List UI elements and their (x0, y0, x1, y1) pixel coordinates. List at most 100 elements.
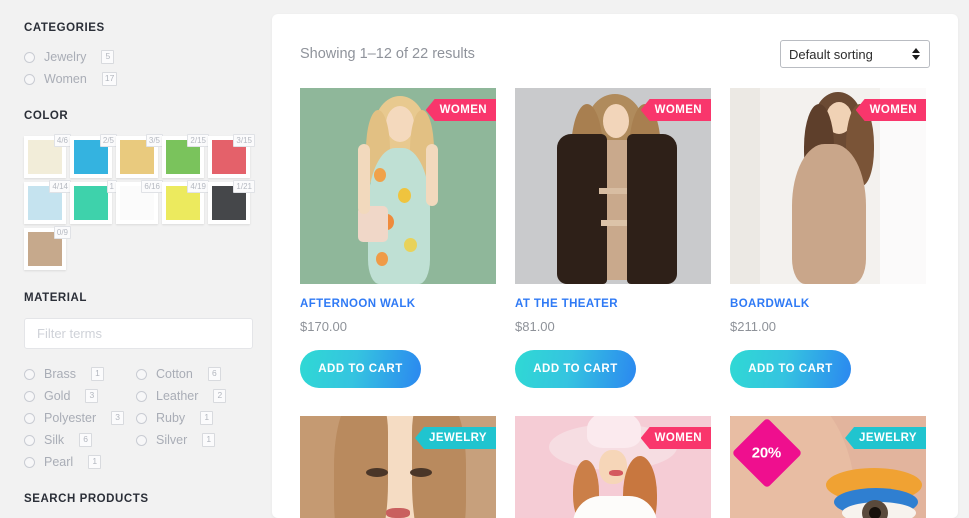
product-price: $81.00 (515, 319, 555, 334)
radio-icon[interactable] (24, 456, 35, 468)
material-item-brass[interactable]: Brass 1 (24, 365, 136, 383)
material-label: Gold (44, 389, 71, 403)
product-thumbnail[interactable]: JEWELRY (300, 416, 496, 518)
category-item-women[interactable]: Women 17 (24, 70, 248, 88)
radio-icon[interactable] (136, 390, 147, 402)
material-filter-input[interactable] (24, 318, 253, 349)
widget-categories: CATEGORIES Jewelry 5 Women 17 (24, 22, 248, 88)
product-category-badge: JEWELRY (845, 427, 926, 449)
radio-icon[interactable] (24, 390, 35, 402)
product-category-badge: JEWELRY (415, 427, 496, 449)
color-swatch-cream[interactable]: 4/6 (24, 134, 71, 178)
product-category-badge: WOMEN (640, 99, 711, 121)
radio-icon[interactable] (24, 412, 35, 424)
color-swatch-grid: 4/6 2/5 3/5 2/15 3/15 4/14 1 6/16 4/19 1/21 0/9 (24, 134, 255, 270)
add-to-cart-button[interactable]: ADD TO CART (300, 350, 421, 388)
swatch-count: 4/19 (187, 180, 209, 193)
material-label: Brass (44, 367, 76, 381)
material-column-left: Brass 1 Gold 3 Polyester 3 Silk 6 Pearl 1 (24, 365, 136, 471)
filter-sidebar: CATEGORIES Jewelry 5 Women 17 COLOR 4/6 2… (0, 0, 272, 518)
color-swatch-red[interactable]: 3/15 (208, 134, 255, 178)
color-swatch-white[interactable]: 6/16 (116, 180, 163, 224)
main-content: Showing 1–12 of 22 results Default sorti… (272, 0, 969, 518)
product-card: WOMEN BOARDWALK $211.00 ADD TO CART (730, 88, 926, 388)
product-title[interactable]: AFTERNOON WALK (300, 298, 496, 310)
material-label: Leather (156, 389, 199, 403)
material-item-silk[interactable]: Silk 6 (24, 431, 136, 449)
search-title: SEARCH PRODUCTS (24, 493, 149, 505)
swatch-count: 2/5 (99, 134, 117, 147)
page-root: CATEGORIES Jewelry 5 Women 17 COLOR 4/6 2… (0, 0, 969, 518)
material-count: 1 (88, 455, 102, 469)
material-item-cotton[interactable]: Cotton 6 (136, 365, 248, 383)
material-item-gold[interactable]: Gold 3 (24, 387, 136, 405)
material-item-ruby[interactable]: Ruby 1 (136, 409, 248, 427)
color-swatch-light-blue[interactable]: 4/14 (24, 180, 71, 224)
product-thumbnail[interactable]: WOMEN (515, 416, 711, 518)
product-panel: Showing 1–12 of 22 results Default sorti… (272, 14, 958, 518)
widget-search: SEARCH PRODUCTS (24, 493, 248, 518)
material-label: Polyester (44, 411, 97, 425)
product-title[interactable]: BOARDWALK (730, 298, 926, 310)
material-count: 6 (207, 367, 221, 381)
add-to-cart-button[interactable]: ADD TO CART (515, 350, 636, 388)
swatch-count: 2/15 (187, 134, 209, 147)
material-count: 2 (213, 389, 227, 403)
product-thumbnail[interactable]: WOMEN (730, 88, 926, 284)
product-thumbnail[interactable]: WOMEN (300, 88, 496, 284)
material-count: 3 (85, 389, 99, 403)
material-count: 1 (90, 367, 104, 381)
color-swatch-teal[interactable]: 1 (70, 180, 117, 224)
product-card: 20% JEWELRY (730, 416, 926, 518)
category-item-jewelry[interactable]: Jewelry 5 (24, 48, 248, 66)
product-thumbnail[interactable]: 20% JEWELRY (730, 416, 926, 518)
material-count: 1 (200, 411, 214, 425)
grid-row-spacer (300, 388, 926, 416)
material-item-pearl[interactable]: Pearl 1 (24, 453, 136, 471)
category-count: 5 (101, 50, 115, 64)
material-item-silver[interactable]: Silver 1 (136, 431, 248, 449)
product-price: $211.00 (730, 319, 777, 334)
sort-dropdown[interactable]: Default sorting (780, 40, 930, 68)
color-swatch-green[interactable]: 2/15 (162, 134, 209, 178)
add-to-cart-button[interactable]: ADD TO CART (730, 350, 851, 388)
color-swatch-tan[interactable]: 0/9 (24, 226, 71, 270)
product-title[interactable]: AT THE THEATER (515, 298, 711, 310)
result-count: Showing 1–12 of 22 results (300, 46, 475, 62)
swatch-count: 4/14 (49, 180, 71, 193)
radio-icon[interactable] (136, 368, 147, 380)
color-swatch-sand[interactable]: 3/5 (116, 134, 163, 178)
product-card: WOMEN AT THE THEATER $81.00 ADD TO CART (515, 88, 711, 388)
categories-title: CATEGORIES (24, 22, 105, 34)
product-thumbnail[interactable]: WOMEN (515, 88, 711, 284)
material-item-leather[interactable]: Leather 2 (136, 387, 248, 405)
sort-selected-value: Default sorting (789, 46, 873, 62)
product-category-badge: WOMEN (640, 427, 711, 449)
material-label: Silver (156, 433, 188, 447)
material-item-polyester[interactable]: Polyester 3 (24, 409, 136, 427)
product-category-badge: WOMEN (425, 99, 496, 121)
category-label: Jewelry (44, 50, 87, 64)
material-count: 1 (202, 433, 216, 447)
color-swatch-dark-gray[interactable]: 1/21 (208, 180, 255, 224)
material-label: Ruby (156, 411, 186, 425)
radio-icon[interactable] (24, 434, 35, 446)
color-swatch-yellow[interactable]: 4/19 (162, 180, 209, 224)
radio-icon[interactable] (136, 434, 147, 446)
radio-icon[interactable] (24, 51, 35, 63)
material-count: 6 (79, 433, 93, 447)
results-toolbar: Showing 1–12 of 22 results Default sorti… (300, 40, 930, 68)
radio-icon[interactable] (24, 368, 35, 380)
material-label: Cotton (156, 367, 193, 381)
product-card: WOMEN AFTERNOON WALK $170.00 ADD TO CART (300, 88, 496, 388)
radio-icon[interactable] (136, 412, 147, 424)
material-title: MATERIAL (24, 292, 87, 304)
color-title: COLOR (24, 110, 69, 122)
chevron-updown-icon (912, 48, 920, 60)
swatch-count: 1/21 (233, 180, 255, 193)
radio-icon[interactable] (24, 73, 35, 85)
color-swatch-sky-blue[interactable]: 2/5 (70, 134, 117, 178)
swatch-count: 3/5 (145, 134, 163, 147)
discount-value: 20% (752, 444, 782, 462)
swatch-count: 0/9 (53, 226, 71, 239)
